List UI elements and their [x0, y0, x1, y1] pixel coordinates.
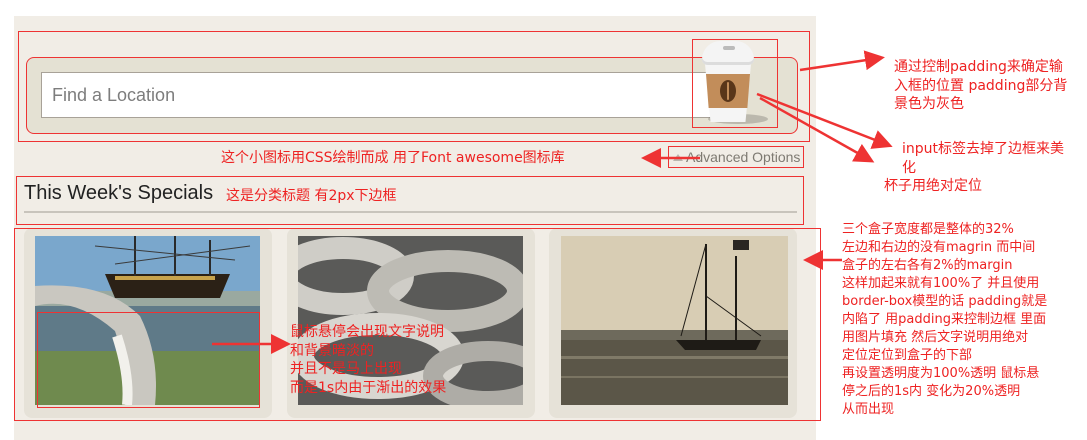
arrow-cup [759, 96, 875, 163]
annotation-arrows [212, 50, 893, 354]
arrow-padding [799, 50, 885, 72]
arrow-input [756, 92, 893, 149]
